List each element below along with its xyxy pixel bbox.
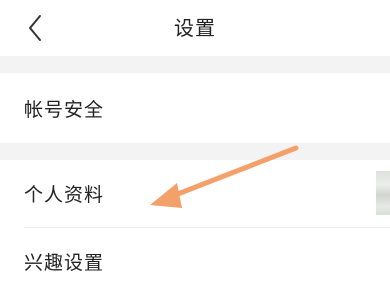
settings-item-interests[interactable]: 兴趣设置 — [0, 228, 390, 288]
settings-item-account-security[interactable]: 帐号安全 — [0, 73, 390, 143]
settings-item-label: 个人资料 — [24, 184, 105, 206]
page-title: 设置 — [174, 16, 216, 40]
settings-item-profile[interactable]: 个人资料 — [0, 160, 390, 228]
section-gap — [0, 56, 390, 73]
settings-item-label: 兴趣设置 — [24, 252, 105, 274]
header-bar: 设置 — [0, 0, 390, 56]
section-gap — [0, 143, 390, 160]
avatar — [376, 171, 390, 215]
settings-item-label: 帐号安全 — [24, 99, 105, 121]
